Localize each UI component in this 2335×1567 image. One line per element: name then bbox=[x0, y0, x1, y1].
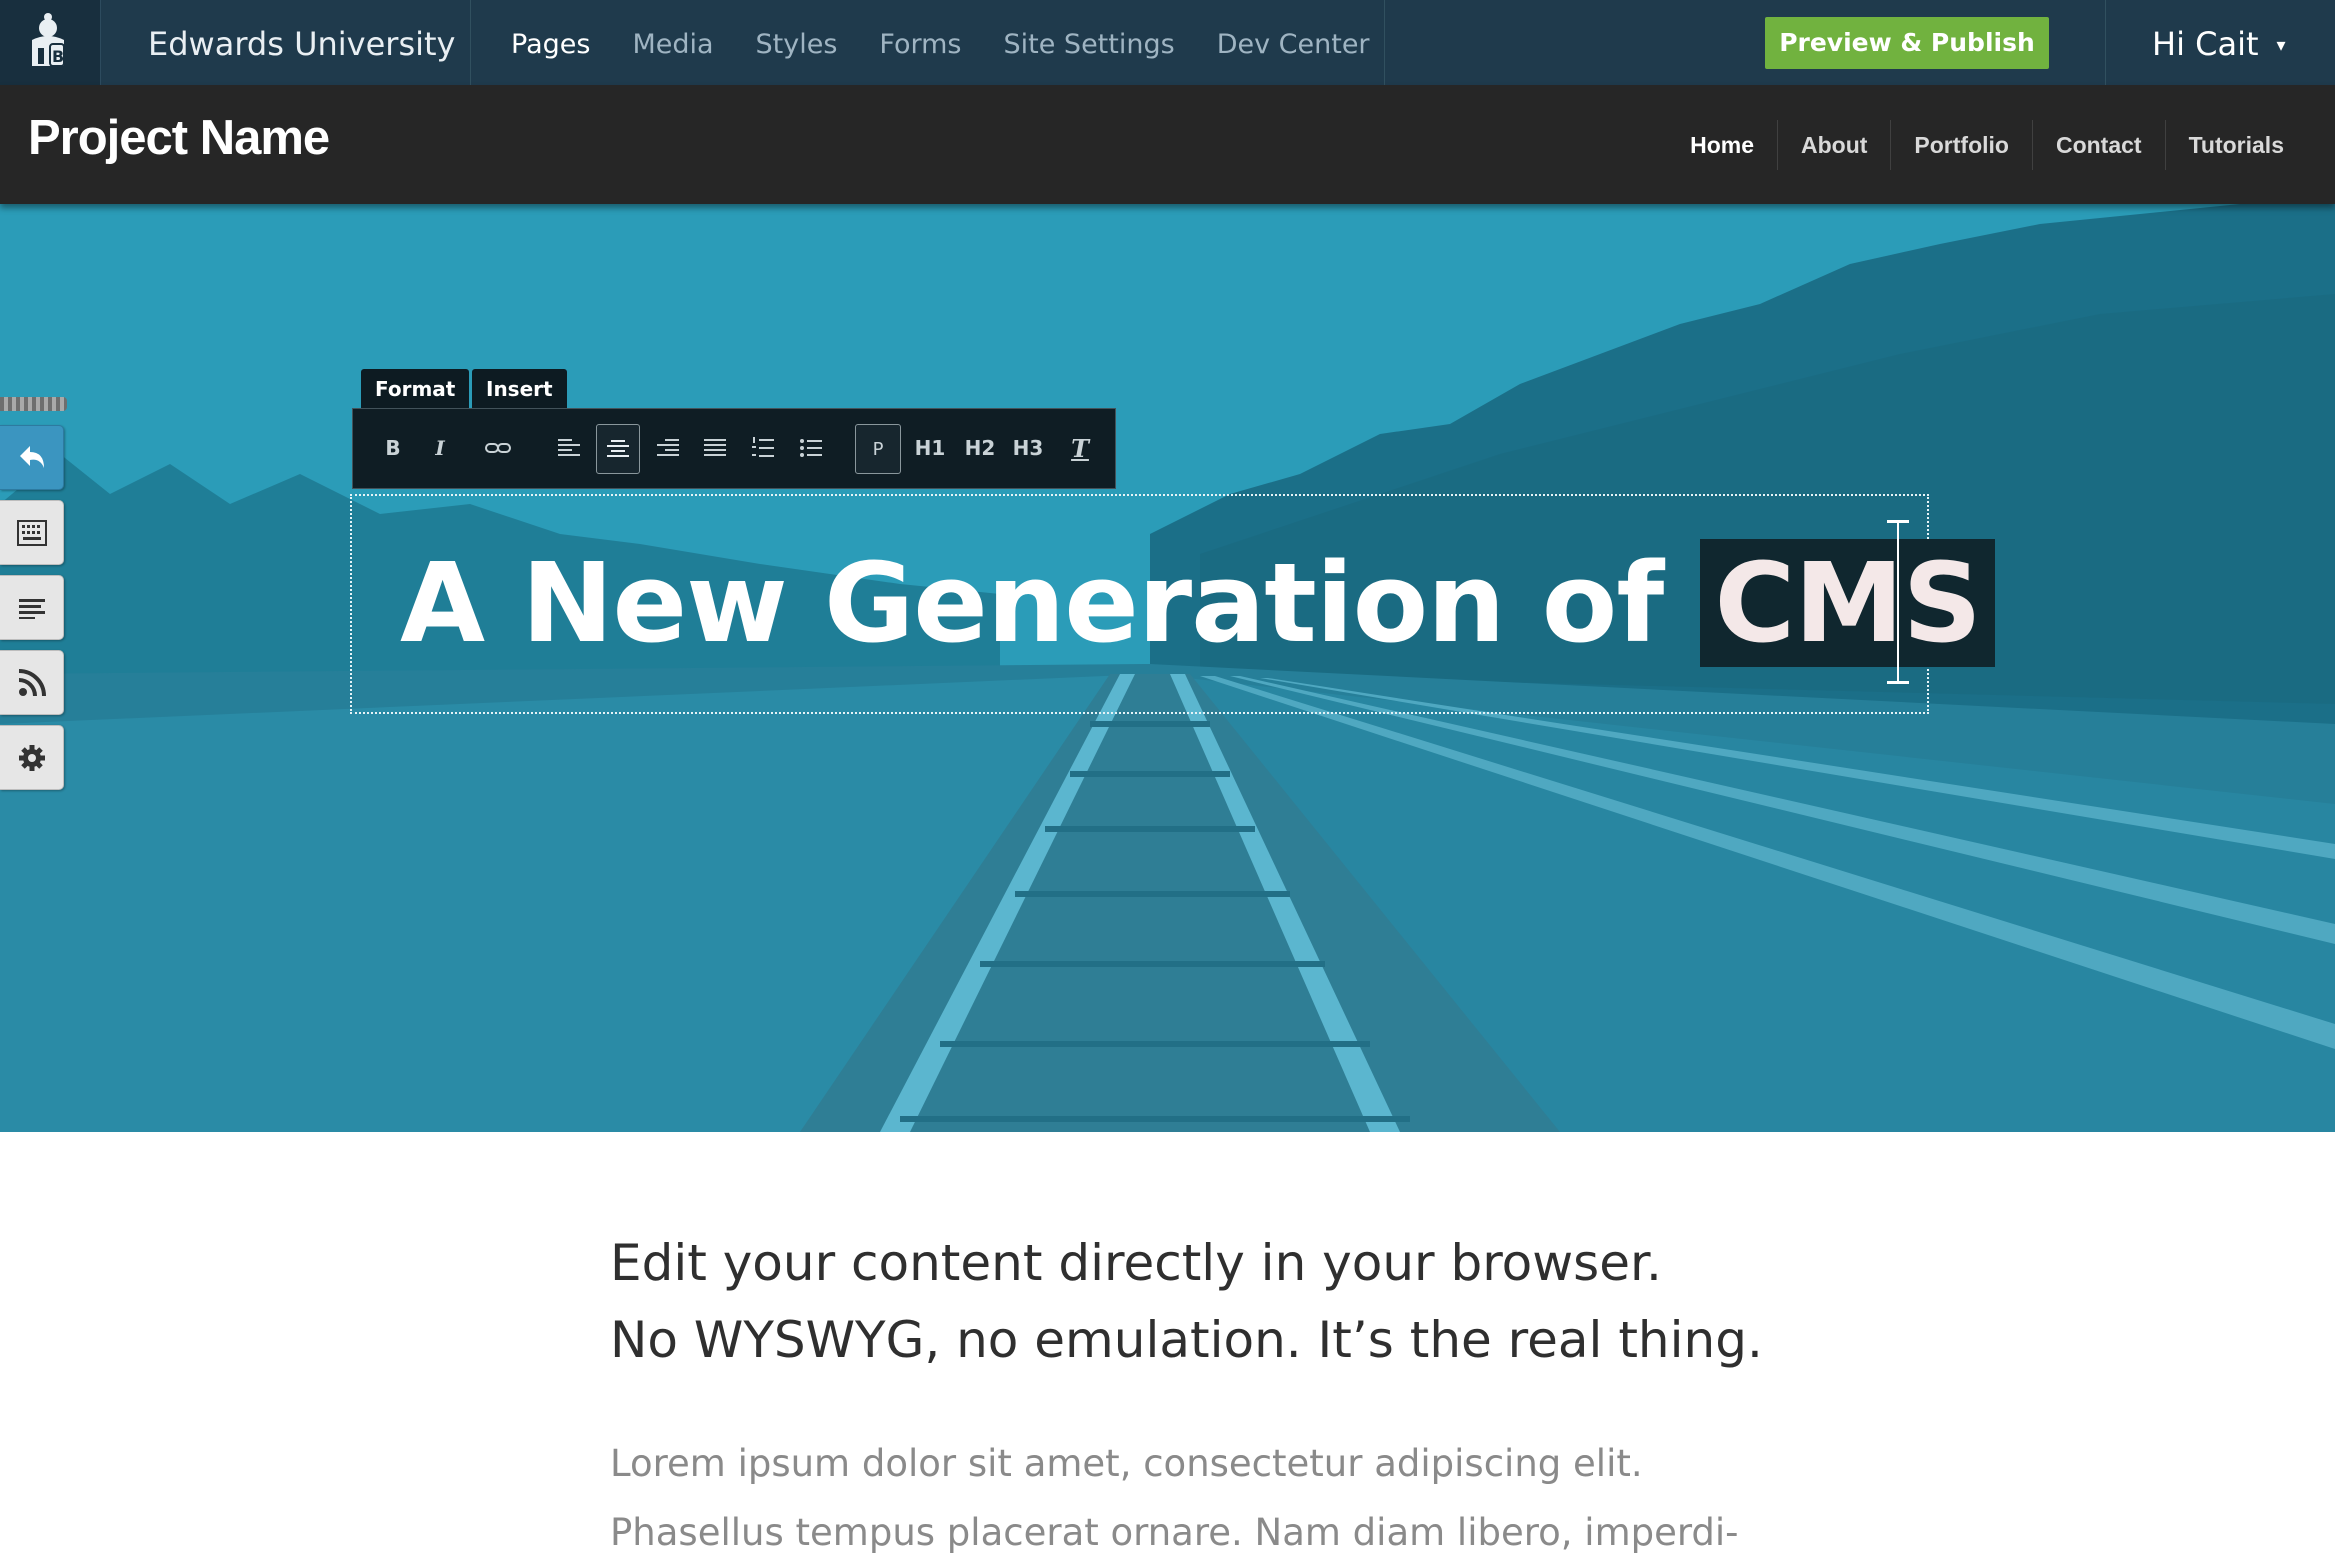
bullet-list-button[interactable] bbox=[790, 424, 832, 472]
nav-media[interactable]: Media bbox=[611, 0, 734, 85]
site-nav: Home About Portfolio Contact Tutorials bbox=[1667, 120, 2307, 170]
bold-button[interactable]: B bbox=[372, 424, 414, 472]
cms-top-bar: B Edwards University Pages Media Styles … bbox=[0, 0, 2335, 85]
heading3-button[interactable]: H3 bbox=[1007, 424, 1049, 472]
site-header: Project Name Home About Portfolio Contac… bbox=[0, 85, 2335, 204]
cms-logo[interactable]: B bbox=[0, 0, 101, 85]
rss-icon bbox=[18, 668, 46, 696]
selected-text[interactable]: CMS bbox=[1700, 539, 1995, 667]
clear-format-icon: T bbox=[1071, 433, 1089, 463]
hero-banner: Format Insert B I P H1 H2 H3 T A New Gen… bbox=[0, 204, 2335, 1132]
bullet-list-icon bbox=[800, 439, 822, 457]
rail-drag-handle[interactable] bbox=[0, 397, 67, 411]
nav-site-settings[interactable]: Site Settings bbox=[983, 0, 1196, 85]
keyboard-button[interactable] bbox=[0, 500, 64, 565]
site-nav-about[interactable]: About bbox=[1776, 120, 1890, 170]
logo-icon: B bbox=[32, 13, 65, 67]
hero-heading[interactable]: A New Generation of CMS bbox=[400, 528, 1995, 678]
undo-button[interactable] bbox=[0, 425, 64, 490]
divider bbox=[2105, 0, 2106, 85]
text-block-button[interactable] bbox=[0, 575, 64, 640]
tab-insert[interactable]: Insert bbox=[472, 369, 567, 410]
align-justify-icon bbox=[704, 439, 726, 456]
body-paragraph: Lorem ipsum dolor sit amet, consectetur … bbox=[610, 1429, 1810, 1567]
nav-styles[interactable]: Styles bbox=[735, 0, 859, 85]
align-left-icon bbox=[558, 439, 580, 456]
site-brand[interactable]: Project Name bbox=[28, 110, 330, 166]
body-line-1: Lorem ipsum dolor sit amet, consectetur … bbox=[610, 1442, 1643, 1485]
nav-pages[interactable]: Pages bbox=[490, 0, 611, 85]
format-toolbar: B I P H1 H2 H3 T bbox=[352, 408, 1116, 489]
divider bbox=[1384, 0, 1385, 85]
divider bbox=[470, 0, 471, 85]
site-nav-contact[interactable]: Contact bbox=[2031, 120, 2165, 170]
align-right-button[interactable] bbox=[646, 424, 688, 472]
text-block-icon bbox=[18, 598, 45, 619]
rss-button[interactable] bbox=[0, 650, 64, 715]
align-center-icon bbox=[607, 440, 629, 457]
tab-format[interactable]: Format bbox=[361, 369, 470, 410]
heading1-button[interactable]: H1 bbox=[909, 424, 951, 472]
keyboard-icon bbox=[16, 519, 47, 546]
heading2-button[interactable]: H2 bbox=[959, 424, 1001, 472]
align-left-button[interactable] bbox=[549, 424, 591, 472]
nav-dev-center[interactable]: Dev Center bbox=[1196, 0, 1391, 85]
gear-icon bbox=[18, 744, 45, 771]
user-greeting: Hi Cait bbox=[2152, 25, 2259, 63]
nav-forms[interactable]: Forms bbox=[858, 0, 982, 85]
undo-icon bbox=[19, 445, 44, 468]
align-right-icon bbox=[657, 439, 679, 456]
site-nav-home[interactable]: Home bbox=[1667, 120, 1777, 170]
site-nav-portfolio[interactable]: Portfolio bbox=[1890, 120, 2032, 170]
settings-button[interactable] bbox=[0, 725, 64, 790]
lead-paragraph: Edit your content directly in your brows… bbox=[610, 1225, 1810, 1379]
lead-line-1: Edit your content directly in your brows… bbox=[610, 1234, 1662, 1292]
body-line-2: Phasellus tempus placerat ornare. Nam di… bbox=[610, 1511, 1739, 1554]
text-cursor bbox=[1887, 520, 1909, 684]
intro-content: Edit your content directly in your brows… bbox=[610, 1225, 1810, 1567]
hero-heading-text: A New Generation of bbox=[400, 539, 1701, 667]
align-center-button[interactable] bbox=[596, 424, 640, 474]
paragraph-button[interactable]: P bbox=[855, 424, 901, 474]
align-justify-button[interactable] bbox=[694, 424, 736, 472]
preview-publish-button[interactable]: Preview & Publish bbox=[1765, 17, 2049, 69]
user-menu[interactable]: Hi Cait ▾ bbox=[2152, 0, 2286, 85]
italic-button[interactable]: I bbox=[419, 424, 461, 472]
clear-format-button[interactable]: T bbox=[1059, 424, 1101, 472]
ordered-list-icon bbox=[752, 437, 774, 457]
cms-main-nav: Pages Media Styles Forms Site Settings D… bbox=[490, 0, 1391, 85]
svg-text:B: B bbox=[52, 47, 64, 66]
chevron-down-icon: ▾ bbox=[2276, 35, 2286, 56]
link-button[interactable] bbox=[477, 424, 519, 472]
lead-line-2: No WYSWYG, no emulation. It’s the real t… bbox=[610, 1311, 1763, 1369]
site-nav-tutorials[interactable]: Tutorials bbox=[2164, 120, 2307, 170]
link-icon bbox=[485, 443, 511, 453]
ordered-list-button[interactable] bbox=[742, 424, 784, 472]
organization-name: Edwards University bbox=[148, 25, 456, 63]
